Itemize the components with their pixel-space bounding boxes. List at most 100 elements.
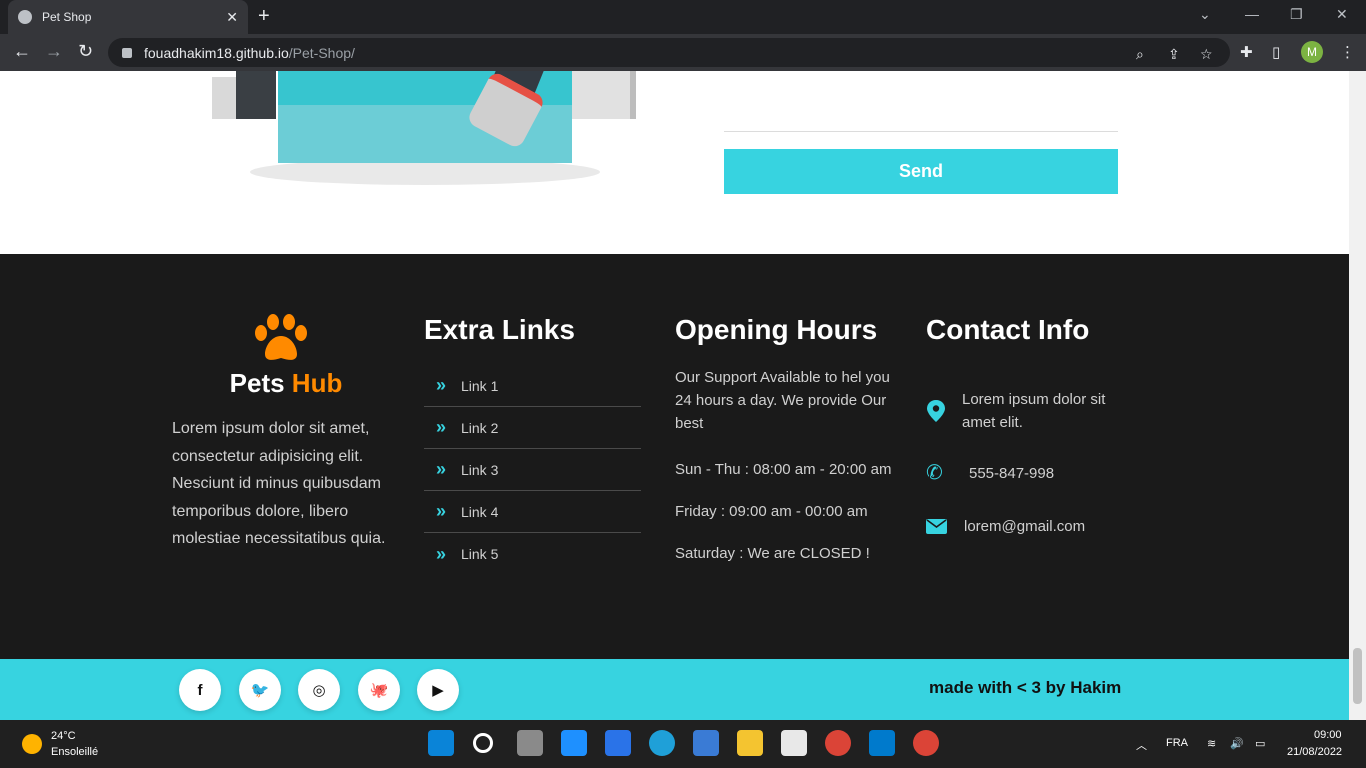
phone-icon: ✆ xyxy=(926,462,943,484)
footer-link-label[interactable]: Link 3 xyxy=(461,462,498,478)
forward-icon[interactable]: → xyxy=(45,41,63,61)
edge-icon[interactable] xyxy=(649,730,675,756)
chrome-icon[interactable] xyxy=(825,730,851,756)
restore-icon[interactable]: ❐ xyxy=(1290,6,1303,23)
brand-description: Lorem ipsum dolor sit amet, consectetur … xyxy=(172,420,386,547)
footer-bottom-bar: f 🐦 ◎ 🐙 ▶ made with < 3 by Hakim xyxy=(0,659,1349,720)
file-explorer-icon[interactable] xyxy=(737,730,763,756)
send-button[interactable]: Send xyxy=(724,149,1118,194)
location-pin-icon xyxy=(927,400,945,422)
scrollbar-thumb[interactable] xyxy=(1353,648,1362,704)
contact-email: lorem@gmail.com xyxy=(964,518,1086,535)
footer-link-label[interactable]: Link 4 xyxy=(461,504,498,520)
opening-hours-heading: Opening Hours xyxy=(675,314,878,345)
browser-toolbar: ← → ↻ fouadhakim18.github.io/Pet-Shop/ ⌕… xyxy=(0,34,1366,71)
instagram-icon[interactable]: ◎ xyxy=(298,669,340,711)
footer-hours-column: Opening Hours Our Support Available to h… xyxy=(675,314,895,562)
footer-link-label[interactable]: Link 1 xyxy=(461,378,498,394)
task-view-icon[interactable] xyxy=(517,730,543,756)
close-window-icon[interactable]: ✕ xyxy=(1336,6,1348,23)
facebook-icon[interactable]: f xyxy=(179,669,221,711)
bookmark-star-icon[interactable]: ☆ xyxy=(1200,46,1213,63)
weather-temperature[interactable]: 24°C xyxy=(51,730,76,742)
extra-links-heading: Extra Links xyxy=(424,314,575,345)
chrome-profile-icon[interactable] xyxy=(913,730,939,756)
browser-tab[interactable]: Pet Shop ✕ xyxy=(8,0,248,34)
wifi-icon[interactable]: ≋ xyxy=(1207,737,1216,750)
footer-link-3[interactable]: » Link 3 xyxy=(424,449,641,491)
contact-address: Lorem ipsum dolor sit amet elit. xyxy=(962,391,1106,431)
contact-phone-row: ✆ 555-847-998 xyxy=(926,462,1054,485)
hours-intro: Our Support Available to hel you 24 hour… xyxy=(675,369,890,432)
close-tab-icon[interactable]: ✕ xyxy=(226,9,238,26)
weather-sun-icon[interactable] xyxy=(22,734,42,754)
hours-saturday: Saturday : We are CLOSED ! xyxy=(675,545,870,562)
brand-name-main: Pets xyxy=(229,368,285,398)
menu-kebab-icon[interactable]: ⋮ xyxy=(1340,43,1355,61)
double-chevron-right-icon: » xyxy=(436,543,447,564)
tab-search-icon[interactable]: ⌄ xyxy=(1199,6,1211,23)
cart-shape xyxy=(572,71,636,119)
credit-text: made with < 3 by Hakim xyxy=(929,678,1122,697)
widgets-icon[interactable] xyxy=(561,730,587,756)
contact-info-heading: Contact Info xyxy=(926,314,1090,345)
github-icon[interactable]: 🐙 xyxy=(358,669,400,711)
search-icon[interactable] xyxy=(473,733,493,753)
double-chevron-right-icon: » xyxy=(436,417,447,437)
battery-icon[interactable]: ▭ xyxy=(1255,737,1265,750)
start-icon[interactable] xyxy=(428,730,454,756)
back-icon[interactable]: ← xyxy=(13,41,31,61)
globe-icon xyxy=(18,10,32,24)
double-chevron-right-icon: » xyxy=(436,459,447,479)
footer-link-2[interactable]: » Link 2 xyxy=(424,407,641,449)
language-indicator[interactable]: FRA xyxy=(1166,737,1188,749)
hours-friday: Friday : 09:00 am - 00:00 am xyxy=(675,503,868,520)
bin-shape xyxy=(236,71,276,119)
weather-description[interactable]: Ensoleillé xyxy=(51,746,98,758)
footer-contact-column: Contact Info Lorem ipsum dolor sit amet … xyxy=(926,314,1156,535)
url-host: fouadhakim18.github.io xyxy=(144,44,289,61)
youtube-icon[interactable]: ▶ xyxy=(417,669,459,711)
share-icon[interactable]: ⇪ xyxy=(1168,46,1180,63)
zoom-icon[interactable]: ⌕ xyxy=(1136,46,1144,63)
double-chevron-right-icon: » xyxy=(436,501,447,521)
reload-icon[interactable]: ↻ xyxy=(78,41,93,61)
double-chevron-right-icon: » xyxy=(436,375,447,395)
clock-time[interactable]: 09:00 xyxy=(1314,729,1342,741)
brand-name: Pets Hub xyxy=(172,368,400,399)
paw-icon xyxy=(255,314,307,360)
vscode-icon[interactable] xyxy=(869,730,895,756)
volume-icon[interactable]: 🔊 xyxy=(1230,737,1244,750)
envelope-icon xyxy=(926,519,947,534)
footer-link-5[interactable]: » Link 5 xyxy=(424,533,641,575)
minimize-icon[interactable]: — xyxy=(1245,6,1259,22)
todo-icon[interactable] xyxy=(605,730,631,756)
address-bar[interactable]: fouadhakim18.github.io/Pet-Shop/ ⌕ ⇪ ☆ xyxy=(108,38,1230,67)
footer-link-1[interactable]: » Link 1 xyxy=(424,365,641,407)
contact-address-row: Lorem ipsum dolor sit amet elit. xyxy=(926,388,1136,434)
tab-title: Pet Shop xyxy=(42,10,92,24)
footer-links-column: Extra Links » Link 1 » Link 2 » Link 3 » Lin… xyxy=(424,314,641,575)
url-path: /Pet-Shop/ xyxy=(288,44,355,61)
page-scrollbar[interactable] xyxy=(1349,71,1366,720)
footer-link-label[interactable]: Link 5 xyxy=(461,546,498,562)
footer-brand-column: Pets Hub Lorem ipsum dolor sit amet, con… xyxy=(172,314,400,553)
contact-phone: 555-847-998 xyxy=(969,465,1055,482)
os-taskbar: 24°C Ensoleillé ︿ FRA ≋ 🔊 ▭ 09:00 21/08/… xyxy=(0,720,1366,768)
snipping-tool-icon[interactable] xyxy=(781,730,807,756)
extra-links-list: » Link 1 » Link 2 » Link 3 » Link 4 » Link 5 xyxy=(424,365,641,575)
footer-link-4[interactable]: » Link 4 xyxy=(424,491,641,533)
side-panel-icon[interactable]: ▯ xyxy=(1272,43,1280,61)
mail-icon[interactable] xyxy=(693,730,719,756)
twitter-icon[interactable]: 🐦 xyxy=(239,669,281,711)
clock-date[interactable]: 21/08/2022 xyxy=(1287,746,1342,758)
contact-email-row: lorem@gmail.com xyxy=(926,515,1085,538)
footer-link-label[interactable]: Link 2 xyxy=(461,420,498,436)
message-field-underline[interactable] xyxy=(724,131,1118,132)
bottle-shape xyxy=(212,77,238,119)
extensions-icon[interactable]: ✚ xyxy=(1240,43,1253,61)
new-tab-button[interactable]: + xyxy=(258,6,270,26)
page-viewport: Send Pets Hub Lorem ipsum dolor sit amet… xyxy=(0,71,1349,720)
tray-chevron-icon[interactable]: ︿ xyxy=(1136,737,1147,753)
profile-avatar[interactable]: M xyxy=(1301,41,1323,63)
